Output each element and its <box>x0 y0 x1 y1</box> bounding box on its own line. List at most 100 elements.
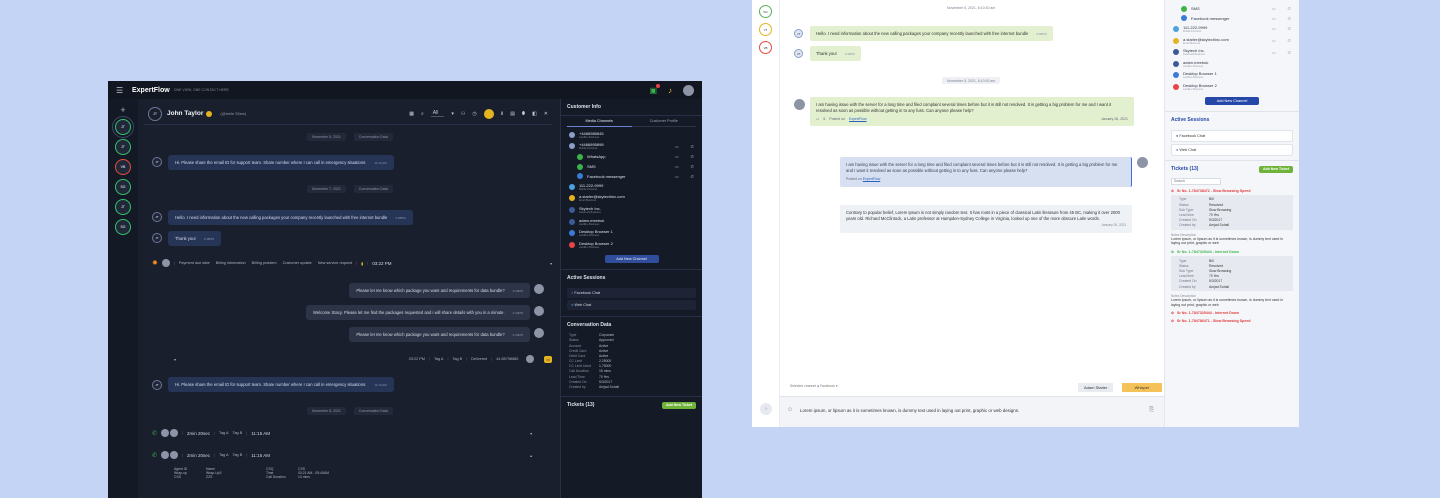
session-item[interactable]: ● Facebook Chat <box>1171 129 1293 142</box>
channel-item[interactable]: Facebook messenger ▭ ✆ <box>561 171 702 181</box>
composer-input[interactable]: Lorem ipsum, or lipsum as it is sometime… <box>800 408 1019 413</box>
conversation-data-link[interactable]: Conversation Data <box>353 185 393 193</box>
add-ticket-button[interactable]: Add New Ticket <box>1259 165 1293 173</box>
comment-icon[interactable]: ▭ <box>816 117 819 121</box>
customer-handle: (@heile 55ew) <box>220 111 247 116</box>
ticket-item[interactable]: ⊘ Sr No. 1-7847325444 - Internet Down <box>1171 311 1293 315</box>
add-channel-button[interactable]: Add New Channel <box>1205 96 1259 105</box>
conversation-item[interactable]: JT <box>112 116 134 138</box>
message-icon[interactable]: ▭ <box>1272 16 1276 21</box>
close-icon[interactable]: ✕ <box>544 111 548 117</box>
add-conversation-icon[interactable]: + <box>108 105 138 115</box>
message-icon[interactable]: ▭ <box>544 355 552 363</box>
session-item[interactable]: ● Web Chat <box>1171 143 1293 156</box>
ticket-item[interactable]: ⊘ Sr No. 1-784738472 - Slow Browsing Spee… <box>1171 189 1293 246</box>
post-link[interactable]: ExpertFlow <box>863 177 881 181</box>
phone-icon[interactable]: ✆ <box>1288 50 1291 55</box>
phone-icon[interactable]: ✆ <box>1288 16 1291 21</box>
message-icon[interactable]: ▭ <box>675 164 679 169</box>
note-icon[interactable]: ▤ <box>510 111 515 117</box>
call-row[interactable]: ✆ | 2min 20sec | Tag A Tag B | 11:15 AM ▾ <box>152 429 532 437</box>
channel-item[interactable]: Desktop Browser 1 Landline Business <box>1165 70 1299 82</box>
chevron-down-icon[interactable]: ▾ <box>550 261 552 266</box>
channel-item[interactable]: Desktop Browser 1 Landline Business <box>561 227 702 239</box>
highlight-icon[interactable] <box>483 108 494 119</box>
message-icon[interactable]: ▭ <box>675 174 679 179</box>
add-ticket-button[interactable]: Add New Ticket <box>662 401 696 409</box>
add-channel-button[interactable]: Add New Channel <box>604 254 659 263</box>
chevron-down-icon[interactable]: ▾ <box>174 357 176 362</box>
channel-item[interactable]: SMS ▭ ✆ <box>561 162 702 172</box>
search-icon[interactable]: ⌕ <box>421 111 424 117</box>
message-composer[interactable]: ☺ Lorem ipsum, or lipsum as it is someti… <box>780 396 1164 427</box>
clock-icon[interactable]: ◷ <box>472 111 476 117</box>
channel-item[interactable]: a.starler@skytechinc.com Email Business <box>561 193 702 205</box>
chevron-down-icon[interactable]: ▾ <box>451 111 454 117</box>
channel-item[interactable]: 111-222-9999 Mobile Personal <box>561 181 702 193</box>
message-icon[interactable]: ▭ <box>675 154 679 159</box>
tab-whisper[interactable]: Whisper <box>1122 383 1162 392</box>
conversation-item[interactable]: JT <box>115 139 131 155</box>
phone-icon[interactable]: ✆ <box>691 144 694 149</box>
menu-icon[interactable]: ☰ <box>116 86 124 95</box>
channel-item[interactable]: Desktop Browser 2 Landline Business <box>561 239 702 251</box>
conversation-item[interactable]: JT <box>115 199 131 215</box>
ticket-item[interactable]: ⊘ Sr No. 1-784786471 - Slow Browsing Spee… <box>1171 319 1293 323</box>
selected-channel[interactable]: Facebook <box>820 384 835 388</box>
post-link[interactable]: ExpertFlow <box>849 117 867 121</box>
channel-item[interactable]: 111-222-9999 Mobile Personal ▭ ✆ <box>1165 23 1299 35</box>
channel-item[interactable]: Skytech Inc. Facebook Business ▭ ✆ <box>1165 46 1299 58</box>
channel-item[interactable]: adam.meebuk Landline Business <box>1165 58 1299 70</box>
bell-icon[interactable]: ♪ <box>668 86 672 95</box>
conversation-item[interactable]: SG <box>759 5 772 18</box>
message-icon[interactable]: ▭ <box>1272 38 1276 43</box>
channel-item[interactable]: +4466985845 Landline Business <box>561 129 702 141</box>
phone-icon[interactable]: ✆ <box>691 164 694 169</box>
phone-icon[interactable]: ✆ <box>691 174 694 179</box>
channel-item[interactable]: WhatsApp ▭ ✆ <box>561 152 702 162</box>
conversation-item[interactable]: VB <box>115 159 131 175</box>
conversation-item[interactable]: SG <box>115 219 131 235</box>
pause-icon[interactable]: Ⅱ <box>501 111 503 117</box>
tab-media-channels[interactable]: Media Channels <box>567 116 632 127</box>
channel-item[interactable]: SMS ▭ ✆ <box>1165 4 1299 14</box>
conversation-item[interactable]: VB <box>759 41 772 54</box>
phone-icon[interactable]: ✆ <box>1288 26 1291 31</box>
message-icon[interactable]: ▭ <box>1272 6 1276 11</box>
conversation-item[interactable]: JT <box>759 23 772 36</box>
tab-customer-profile[interactable]: Customer Profile <box>631 116 696 127</box>
channel-item[interactable]: Facebook messenger ▭ ✆ <box>1165 14 1299 24</box>
message-icon[interactable]: ▭ <box>675 144 679 149</box>
call-row[interactable]: ✆ | 2min 20sec | Tag A Tag B | 11:15 AM ▴ <box>152 451 532 459</box>
channel-item[interactable]: +4466895898 Mobile Personal ▭ ✆ <box>561 141 702 153</box>
phone-icon[interactable]: ✆ <box>1288 6 1291 11</box>
participants-icon[interactable]: ⚇ <box>461 111 465 117</box>
emoji-icon[interactable]: ☺ <box>787 407 793 413</box>
filter-select[interactable]: All <box>430 110 445 117</box>
user-avatar[interactable] <box>683 84 694 96</box>
channel-item[interactable]: adam.meebuk Landline Business <box>561 216 702 228</box>
attach-icon[interactable]: ⎘ <box>1149 407 1154 414</box>
chevron-up-icon[interactable]: ▴ <box>530 453 532 458</box>
tab-agent[interactable]: Adam Starler <box>1078 383 1114 392</box>
lock-icon[interactable]: ⬮ <box>522 111 525 117</box>
session-item[interactable]: ● Facebook Chat <box>567 287 696 298</box>
channel-item[interactable]: Desktop Browser 2 Landline Business <box>1165 81 1299 93</box>
phone-icon[interactable]: ✆ <box>691 154 694 159</box>
ticket-item[interactable]: ⊘ Sr No. 1-7847325444 - Internet Down Type… <box>1171 250 1293 307</box>
ticket-search-input[interactable] <box>1171 177 1221 185</box>
session-item[interactable]: ● Web Chat <box>567 299 696 310</box>
grid-icon[interactable]: ▦ <box>409 111 414 117</box>
conversation-data-link[interactable]: Conversation Data <box>353 407 393 415</box>
channel-item[interactable]: Skytech Inc. Facebook Business <box>561 204 702 216</box>
chat-icon[interactable]: ▣ <box>649 83 660 95</box>
channel-item[interactable]: a.starler@skytechinc.com Email Business ▭ ✆ <box>1165 35 1299 47</box>
conversation-item[interactable]: SG <box>115 179 131 195</box>
chevron-down-icon[interactable]: ▾ <box>530 431 532 436</box>
message-icon[interactable]: ▭ <box>1272 26 1276 31</box>
message-icon[interactable]: ▭ <box>1272 50 1276 55</box>
transfer-icon[interactable]: ◧ <box>532 111 537 117</box>
phone-icon[interactable]: ✆ <box>1288 38 1291 43</box>
expand-icon[interactable]: › <box>760 403 772 415</box>
conversation-data-link[interactable]: Conversation Data <box>353 133 393 141</box>
